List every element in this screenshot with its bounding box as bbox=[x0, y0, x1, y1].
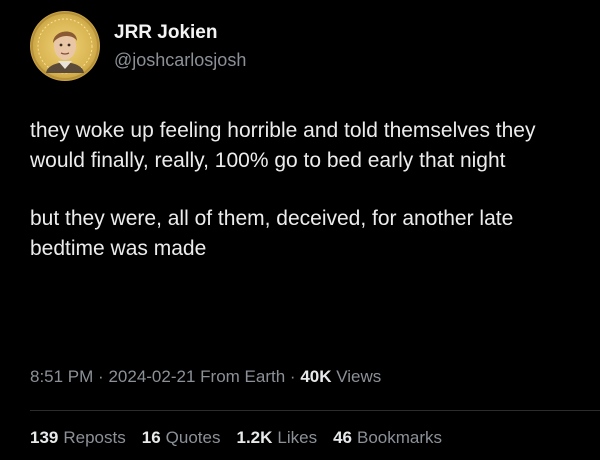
avatar[interactable] bbox=[30, 11, 100, 81]
meta-separator: · bbox=[98, 367, 104, 386]
divider bbox=[30, 410, 600, 411]
bookmarks-label: Bookmarks bbox=[357, 428, 443, 447]
reposts-stat[interactable]: 139 Reposts bbox=[30, 426, 126, 450]
views-label: Views bbox=[336, 367, 382, 386]
tweet-source: From Earth bbox=[200, 367, 286, 386]
tweet-date[interactable]: 2024-02-21 bbox=[108, 367, 195, 386]
tweet-paragraph-2: but they were, all of them, deceived, fo… bbox=[30, 207, 514, 260]
author-handle[interactable]: @joshcarlosjosh bbox=[114, 48, 246, 72]
meta-separator: · bbox=[289, 367, 296, 386]
quotes-stat[interactable]: 16 Quotes bbox=[142, 426, 221, 450]
author-display-name[interactable]: JRR Jokien bbox=[114, 21, 246, 45]
tweet-meta: 8:51 PM · 2024-02-21 From Earth · 40K Vi… bbox=[30, 365, 381, 389]
views-count: 40K bbox=[300, 367, 332, 386]
bookmarks-stat[interactable]: 46 Bookmarks bbox=[333, 426, 442, 450]
likes-stat[interactable]: 1.2K Likes bbox=[236, 426, 317, 450]
likes-label: Likes bbox=[277, 428, 318, 447]
reposts-count: 139 bbox=[30, 428, 59, 447]
engagement-stats: 139 Reposts 16 Quotes 1.2K Likes 46 Bookmark… bbox=[30, 426, 442, 450]
profile-portrait-icon bbox=[31, 12, 99, 80]
tweet-time[interactable]: 8:51 PM bbox=[30, 367, 93, 386]
tweet-paragraph-1: they woke up feeling horrible and told t… bbox=[30, 119, 536, 172]
quotes-count: 16 bbox=[141, 428, 161, 447]
tweet-card: JRR Jokien @joshcarlosjosh they woke up … bbox=[0, 0, 600, 460]
reposts-label: Reposts bbox=[63, 428, 126, 447]
tweet-text: they woke up feeling horrible and told t… bbox=[30, 116, 590, 264]
quotes-label: Quotes bbox=[165, 428, 221, 447]
likes-count: 1.2K bbox=[236, 428, 273, 447]
tweet-header: JRR Jokien @joshcarlosjosh bbox=[30, 10, 246, 82]
bookmarks-count: 46 bbox=[333, 428, 353, 447]
author-names: JRR Jokien @joshcarlosjosh bbox=[114, 21, 246, 72]
